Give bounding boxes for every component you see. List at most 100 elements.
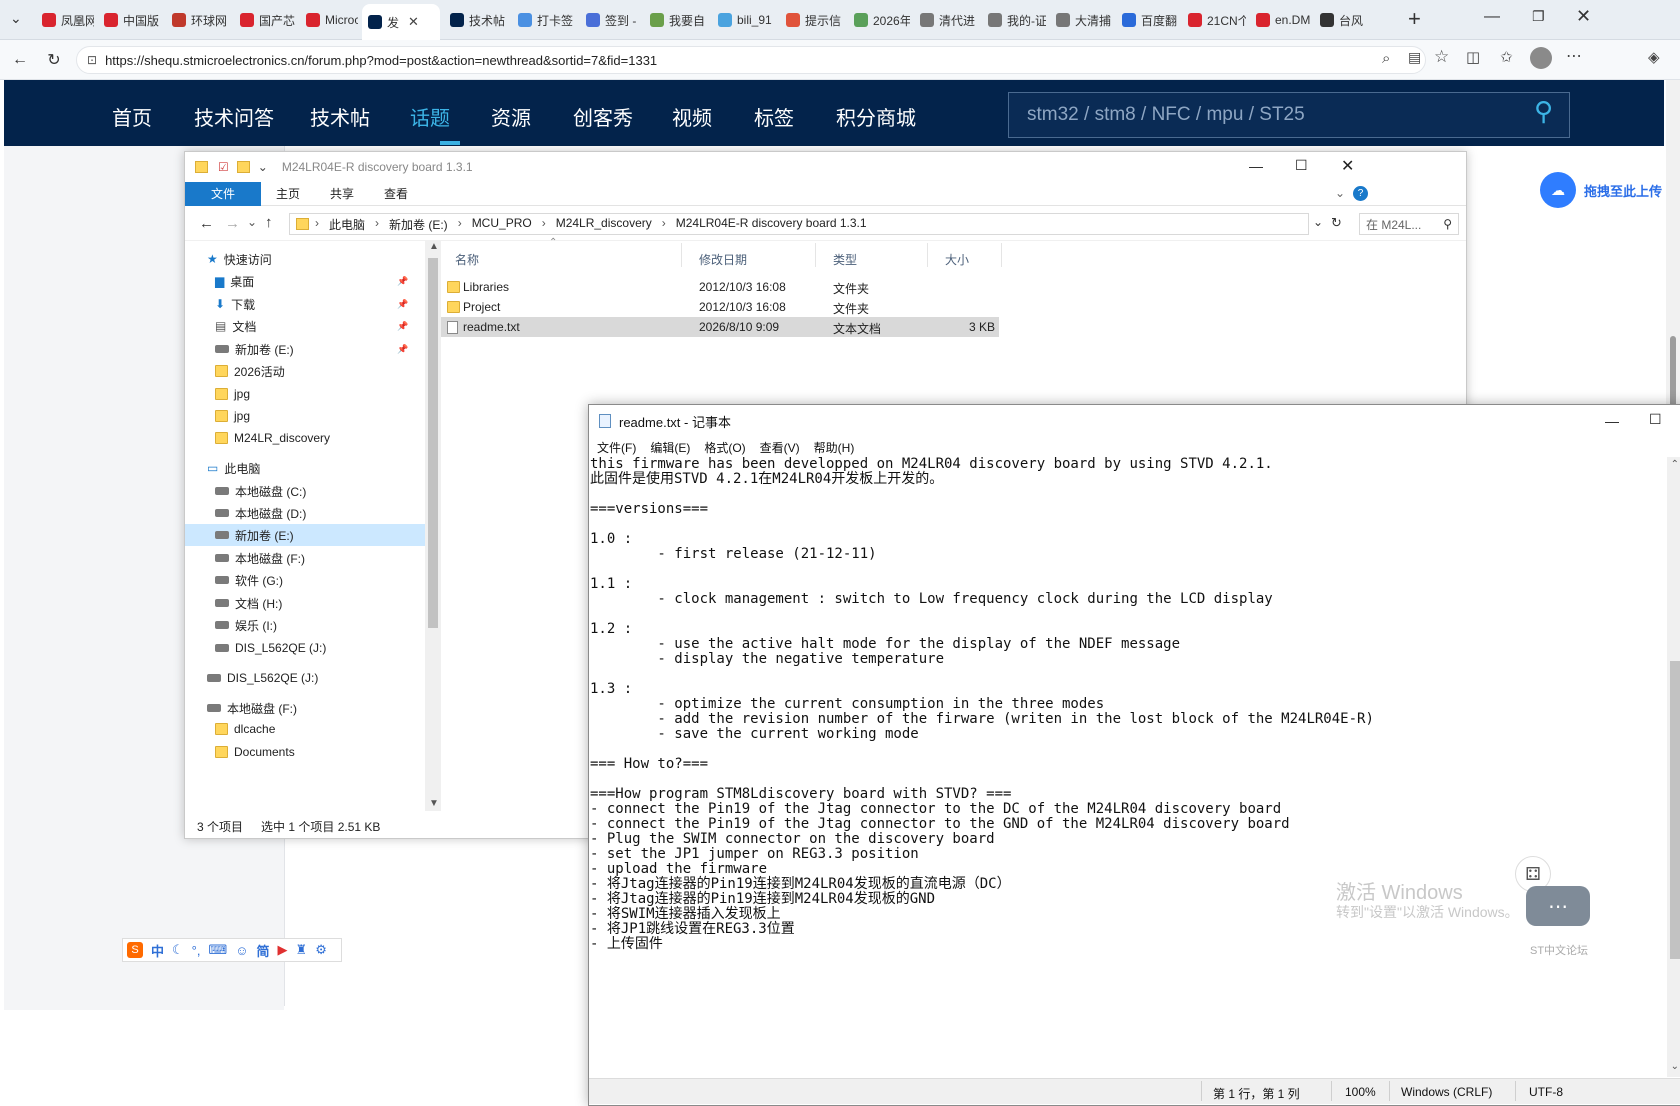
- page-info-icon[interactable]: ⊡: [87, 53, 97, 67]
- url-field[interactable]: ⊡ https://shequ.stmicroelectronics.cn/fo…: [76, 46, 1426, 74]
- browser-tab[interactable]: 技术帖: [444, 6, 508, 34]
- qat-chevron-icon[interactable]: ⌄: [258, 160, 268, 174]
- recent-locations-icon[interactable]: ⌄: [247, 215, 257, 229]
- nav-item[interactable]: 视频: [672, 102, 712, 131]
- back-arrow-icon[interactable]: ←: [8, 48, 32, 72]
- split-screen-icon[interactable]: ◫: [1466, 48, 1480, 66]
- ime-moon-icon[interactable]: ☾: [172, 942, 184, 958]
- column-divider[interactable]: [1001, 243, 1002, 267]
- column-header-date[interactable]: 修改日期: [699, 251, 747, 268]
- explorer-close-icon[interactable]: ✕: [1341, 156, 1354, 176]
- nav-item-doc[interactable]: ▤ 文档 📌: [185, 315, 408, 337]
- browser-tab[interactable]: 2026年: [848, 6, 910, 34]
- browser-tab[interactable]: 我的-证: [982, 6, 1046, 34]
- notepad-scrollbar-thumb[interactable]: [1670, 661, 1680, 959]
- browser-tab[interactable]: 我要自: [644, 6, 708, 34]
- explorer-minimize-icon[interactable]: —: [1249, 158, 1263, 174]
- browser-tab[interactable]: 百度翻: [1116, 6, 1178, 34]
- restore-browser-icon[interactable]: ❐: [1532, 8, 1545, 25]
- pin-icon[interactable]: 📌: [397, 299, 408, 310]
- browser-tab[interactable]: bili_91: [712, 6, 776, 34]
- favorites-list-icon[interactable]: ✩: [1500, 48, 1513, 66]
- nav-item-folder[interactable]: Documents: [185, 741, 295, 763]
- nav-item-drive[interactable]: DIS_L562QE (J:): [185, 667, 318, 689]
- close-browser-icon[interactable]: ✕: [1576, 6, 1591, 27]
- ime-skin-icon[interactable]: ♜: [296, 942, 308, 958]
- nav-scroll-up-icon[interactable]: ▲: [429, 241, 439, 252]
- notepad-scroll-up-icon[interactable]: ⌃: [1671, 459, 1679, 470]
- ribbon-expand-icon[interactable]: ⌄: [1335, 186, 1345, 200]
- nav-scrollbar-thumb[interactable]: [428, 258, 438, 628]
- explorer-back-icon[interactable]: ←: [199, 215, 214, 232]
- path-refresh-icon[interactable]: ↻: [1331, 215, 1342, 231]
- site-search-icon[interactable]: ⚲: [1534, 96, 1553, 127]
- nav-item-drive[interactable]: 软件 (G:): [185, 569, 283, 591]
- chat-bubble-icon[interactable]: ⋯: [1526, 886, 1590, 926]
- minimize-browser-icon[interactable]: —: [1484, 8, 1500, 26]
- properties-icon[interactable]: ☑: [218, 160, 229, 174]
- nav-item[interactable]: 技术帖: [310, 102, 370, 131]
- nav-item-star[interactable]: ★ 快速访问: [185, 248, 272, 270]
- ime-chinese-mode[interactable]: 中: [151, 941, 164, 960]
- breadcrumb-item[interactable]: M24LR04E-R discovery board 1.3.1: [676, 216, 867, 233]
- notepad-menu-item[interactable]: 查看(V): [760, 439, 800, 456]
- site-search-input[interactable]: stm32 / stm8 / NFC / mpu / ST25: [1008, 92, 1570, 138]
- tab-list-chevron-icon[interactable]: ⌄: [10, 10, 22, 27]
- ribbon-tab[interactable]: 查看: [369, 182, 423, 206]
- column-header-type[interactable]: 类型: [833, 251, 857, 268]
- nav-item-pc[interactable]: ▭ 此电脑: [185, 457, 260, 479]
- notepad-scroll-down-icon[interactable]: ⌄: [1671, 1061, 1679, 1072]
- copilot-icon[interactable]: ◈: [1648, 48, 1660, 66]
- pin-icon[interactable]: 📌: [397, 344, 408, 355]
- breadcrumb-item[interactable]: MCU_PRO: [472, 216, 532, 233]
- nav-item[interactable]: 标签: [754, 102, 794, 131]
- pin-icon[interactable]: 📌: [397, 276, 408, 287]
- ime-simplified-mode[interactable]: 简: [257, 941, 270, 960]
- explorer-search-input[interactable]: 在 M24L... ⚲: [1359, 213, 1459, 235]
- column-header-name[interactable]: 名称: [455, 251, 479, 268]
- nav-item[interactable]: 技术问答: [194, 102, 274, 131]
- breadcrumb-separator-icon[interactable]: ›: [662, 216, 666, 233]
- notepad-menu-item[interactable]: 文件(F): [597, 439, 636, 456]
- breadcrumb-separator-icon[interactable]: ›: [458, 216, 462, 233]
- notepad-minimize-icon[interactable]: —: [1605, 413, 1619, 429]
- notepad-menu-item[interactable]: 编辑(E): [650, 439, 690, 456]
- column-divider[interactable]: [927, 243, 928, 267]
- ime-logo-icon[interactable]: S: [127, 942, 143, 958]
- pin-icon[interactable]: 📌: [397, 321, 408, 332]
- up-folder-icon[interactable]: ↑: [265, 214, 273, 231]
- nav-item-folder[interactable]: jpg: [185, 405, 250, 427]
- browser-tab[interactable]: 凤凰网: [36, 6, 94, 34]
- browser-tab[interactable]: 中国版: [98, 6, 162, 34]
- refresh-icon[interactable]: ↻: [42, 48, 66, 72]
- ime-keyboard-icon[interactable]: ⌨: [208, 942, 227, 958]
- browser-tab[interactable]: 提示信: [780, 6, 844, 34]
- nav-item-folder[interactable]: M24LR_discovery: [185, 427, 330, 449]
- nav-item[interactable]: 首页: [112, 102, 152, 131]
- nav-item-drive[interactable]: DIS_L562QE (J:): [185, 637, 326, 659]
- path-dropdown-icon[interactable]: ⌄: [1313, 215, 1323, 229]
- nav-item[interactable]: 资源: [491, 102, 531, 131]
- nav-item-desktop[interactable]: ▆ 桌面 📌: [185, 270, 408, 292]
- nav-item-folder[interactable]: jpg: [185, 383, 250, 405]
- column-header-size[interactable]: 大小: [945, 251, 969, 268]
- explorer-forward-icon[interactable]: →: [225, 215, 240, 232]
- notepad-menu-item[interactable]: 帮助(H): [814, 439, 855, 456]
- upload-widget[interactable]: ☁ 拖拽至此上传: [1540, 170, 1678, 210]
- nav-item-drive[interactable]: 本地磁盘 (D:): [185, 502, 306, 524]
- nav-item-drive[interactable]: 本地磁盘 (C:): [185, 480, 306, 502]
- explorer-breadcrumb[interactable]: › 此电脑 › 新加卷 (E:) › MCU_PRO › M24LR_discovery › M2…: [289, 213, 1309, 235]
- ribbon-tab[interactable]: 主页: [261, 182, 315, 206]
- breadcrumb-item[interactable]: 新加卷 (E:): [389, 216, 448, 233]
- file-row[interactable]: readme.txt 2026/8/10 9:09 文本文档 3 KB: [441, 317, 999, 337]
- nav-item-drive[interactable]: 本地磁盘 (F:): [185, 697, 297, 719]
- nav-item[interactable]: 积分商城: [836, 102, 916, 131]
- explorer-maximize-icon[interactable]: ☐: [1295, 157, 1308, 174]
- new-tab-icon[interactable]: +: [1408, 6, 1421, 32]
- breadcrumb-separator-icon[interactable]: ›: [375, 216, 379, 233]
- ribbon-tab[interactable]: 共享: [315, 182, 369, 206]
- ime-video-icon[interactable]: ▶: [278, 942, 288, 958]
- ime-settings-icon[interactable]: ⚙: [315, 942, 327, 958]
- nav-item-folder[interactable]: 2026活动: [185, 360, 285, 382]
- file-row[interactable]: Libraries 2012/10/3 16:08 文件夹: [441, 277, 999, 297]
